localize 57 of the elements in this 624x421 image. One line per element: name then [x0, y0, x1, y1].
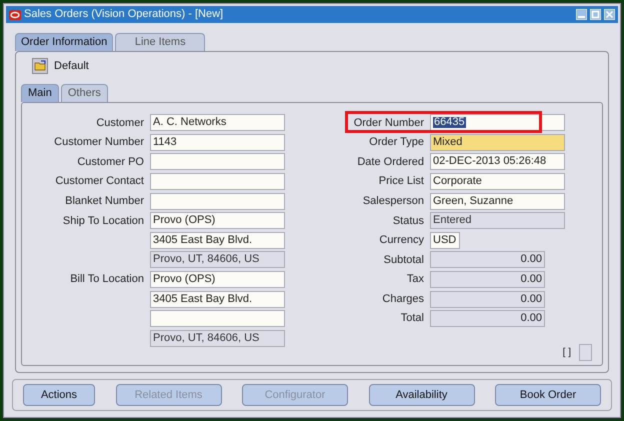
field-label: Customer [96, 116, 144, 131]
field-label: Price List [378, 174, 424, 190]
field-label: Order Number [354, 116, 424, 131]
app-logo-icon [9, 10, 21, 20]
tab[interactable]: Main [21, 84, 59, 102]
folder-icon[interactable] [32, 58, 48, 74]
input-field[interactable] [150, 310, 285, 328]
input-field[interactable]: 02-DEC-2013 05:26:48 [430, 153, 565, 170]
tab[interactable]: Others [60, 84, 108, 102]
input-field[interactable]: 0.00 [430, 251, 545, 268]
maximize-icon[interactable] [590, 9, 601, 20]
input-field[interactable]: 0.00 [430, 310, 545, 328]
field-label: Customer PO [77, 154, 144, 170]
input-field[interactable] [150, 192, 285, 210]
field-label: Bill To Location [70, 272, 144, 288]
field-label: Customer Contact [55, 174, 144, 190]
input-field[interactable]: Provo, UT, 84606, US [150, 330, 285, 347]
tab[interactable]: Line Items [115, 33, 206, 51]
input-field[interactable]: 0.00 [430, 290, 545, 308]
field-label: Currency [379, 233, 424, 248]
input-field[interactable]: Provo (OPS) [150, 212, 285, 230]
flag-text: [ ] [562, 346, 571, 360]
input-field[interactable]: 1143 [150, 134, 285, 151]
tab[interactable]: Order Information [15, 33, 114, 51]
action-button[interactable]: Book Order [495, 384, 601, 406]
checkbox[interactable] [579, 344, 592, 361]
field-label: Blanket Number [65, 194, 144, 209]
field-label: Status [392, 214, 424, 229]
input-field[interactable]: Provo (OPS) [150, 271, 285, 288]
field-label: Salesperson [362, 194, 424, 209]
input-field[interactable]: Mixed [430, 134, 565, 151]
field-label: Total [400, 311, 424, 326]
action-button[interactable]: Actions [23, 384, 95, 406]
field-label: Customer Number [54, 135, 144, 150]
input-field[interactable]: 0.00 [430, 271, 545, 288]
minimize-icon[interactable] [576, 9, 587, 20]
input-field[interactable]: 3405 East Bay Blvd. [150, 290, 285, 308]
input-field[interactable]: Provo, UT, 84606, US [150, 251, 285, 268]
input-field[interactable]: A. C. Networks [150, 114, 285, 132]
input-field[interactable]: 66435 [430, 114, 565, 132]
window-title: Sales Orders (Vision Operations) - [New] [24, 7, 224, 22]
close-icon[interactable] [604, 9, 615, 20]
input-field[interactable]: 3405 East Bay Blvd. [150, 232, 285, 249]
input-field[interactable]: Green, Suzanne [430, 192, 565, 210]
field-label: Tax [406, 272, 424, 288]
input-field[interactable] [150, 153, 285, 170]
field-label: Date Ordered [357, 154, 424, 170]
folder-label: Default [54, 58, 89, 74]
input-field[interactable]: Entered [430, 212, 565, 230]
field-label: Charges [382, 292, 424, 307]
action-button[interactable]: Availability [368, 384, 474, 406]
input-field[interactable]: USD [430, 232, 460, 249]
field-label: Ship To Location [62, 214, 144, 229]
field-label: Subtotal [384, 252, 424, 268]
input-field[interactable]: Corporate [430, 173, 565, 190]
input-field[interactable] [150, 173, 285, 190]
field-label: Order Type [369, 135, 424, 150]
